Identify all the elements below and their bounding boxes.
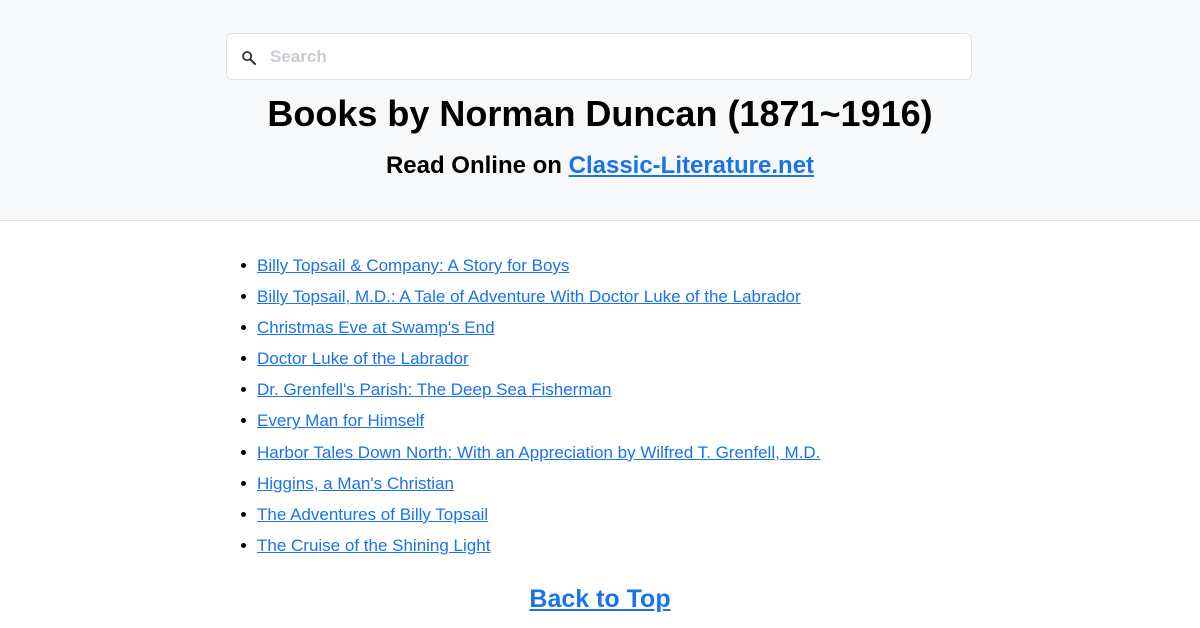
book-link[interactable]: Every Man for Himself: [257, 411, 424, 430]
search-icon: [242, 51, 257, 66]
list-item: Doctor Luke of the Labrador: [240, 343, 820, 374]
list-item: Billy Topsail, M.D.: A Tale of Adventure…: [240, 281, 820, 312]
list-item: Every Man for Himself: [240, 405, 820, 436]
book-link[interactable]: The Adventures of Billy Topsail: [257, 505, 488, 524]
book-link[interactable]: Doctor Luke of the Labrador: [257, 349, 469, 368]
list-item: Christmas Eve at Swamp's End: [240, 312, 820, 343]
book-link[interactable]: Billy Topsail, M.D.: A Tale of Adventure…: [257, 287, 801, 306]
list-item: The Adventures of Billy Topsail: [240, 499, 820, 530]
list-item: Billy Topsail & Company: A Story for Boy…: [240, 250, 820, 281]
back-to-top-link[interactable]: Back to Top: [529, 585, 670, 613]
book-link[interactable]: Higgins, a Man's Christian: [257, 474, 454, 493]
subtitle-prefix: Read Online on: [385, 152, 569, 179]
list-item: Harbor Tales Down North: With an Appreci…: [240, 437, 820, 468]
list-item: The Cruise of the Shining Light: [240, 530, 820, 561]
search-box[interactable]: [226, 33, 972, 80]
list-item: Dr. Grenfell's Parish: The Deep Sea Fish…: [240, 374, 820, 405]
site-link[interactable]: Classic-Literature.net: [569, 152, 814, 179]
book-link[interactable]: Dr. Grenfell's Parish: The Deep Sea Fish…: [257, 380, 611, 399]
page-title: Books by Norman Duncan (1871~1916): [267, 93, 933, 134]
list-item: Higgins, a Man's Christian: [240, 468, 820, 499]
book-link[interactable]: Christmas Eve at Swamp's End: [257, 318, 495, 337]
book-link[interactable]: The Cruise of the Shining Light: [257, 536, 490, 555]
book-list: Billy Topsail & Company: A Story for Boy…: [240, 250, 820, 561]
book-link[interactable]: Billy Topsail & Company: A Story for Boy…: [257, 256, 569, 275]
search-input[interactable]: [270, 34, 960, 79]
back-to-top: Back to Top: [0, 583, 1200, 615]
book-link[interactable]: Harbor Tales Down North: With an Appreci…: [257, 443, 820, 462]
subtitle: Read Online on Classic-Literature.net: [0, 151, 1200, 181]
page-header: Books by Norman Duncan (1871~1916) Read …: [0, 0, 1200, 221]
